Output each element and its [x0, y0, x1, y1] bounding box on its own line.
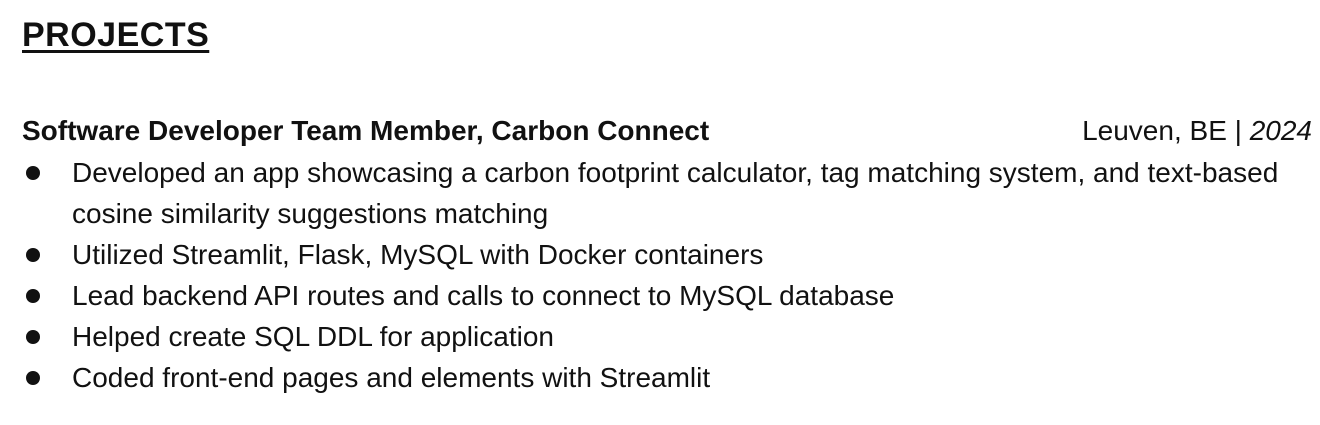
project-location: Leuven, BE |	[1082, 115, 1250, 146]
bullet-text: Helped create SQL DDL for application	[72, 321, 554, 352]
bullet-text: Utilized Streamlit, Flask, MySQL with Do…	[72, 239, 764, 270]
bullet-dot-icon	[26, 248, 40, 262]
section-title: PROJECTS	[22, 16, 210, 54]
bullet-item: Coded front-end pages and elements with …	[22, 357, 1312, 398]
bullet-item: Helped create SQL DDL for application	[22, 316, 1312, 357]
bullet-dot-icon	[26, 371, 40, 385]
project-role: Software Developer Team Member, Carbon C…	[22, 115, 710, 146]
project-location-year: Leuven, BE | 2024	[1082, 112, 1312, 150]
bullet-dot-icon	[26, 330, 40, 344]
bullet-item: Lead backend API routes and calls to con…	[22, 275, 1312, 316]
bullet-item: Developed an app showcasing a carbon foo…	[22, 152, 1312, 234]
bullet-text: Coded front-end pages and elements with …	[72, 362, 711, 393]
bullet-dot-icon	[26, 166, 40, 180]
bullet-text: Developed an app showcasing a carbon foo…	[72, 157, 1279, 229]
bullet-dot-icon	[26, 289, 40, 303]
bullet-item: Utilized Streamlit, Flask, MySQL with Do…	[22, 234, 1312, 275]
bullet-text: Lead backend API routes and calls to con…	[72, 280, 895, 311]
project-year: 2024	[1249, 115, 1312, 146]
project-bullet-list: Developed an app showcasing a carbon foo…	[22, 152, 1312, 398]
project-entry-header: Software Developer Team Member, Carbon C…	[22, 112, 1312, 150]
